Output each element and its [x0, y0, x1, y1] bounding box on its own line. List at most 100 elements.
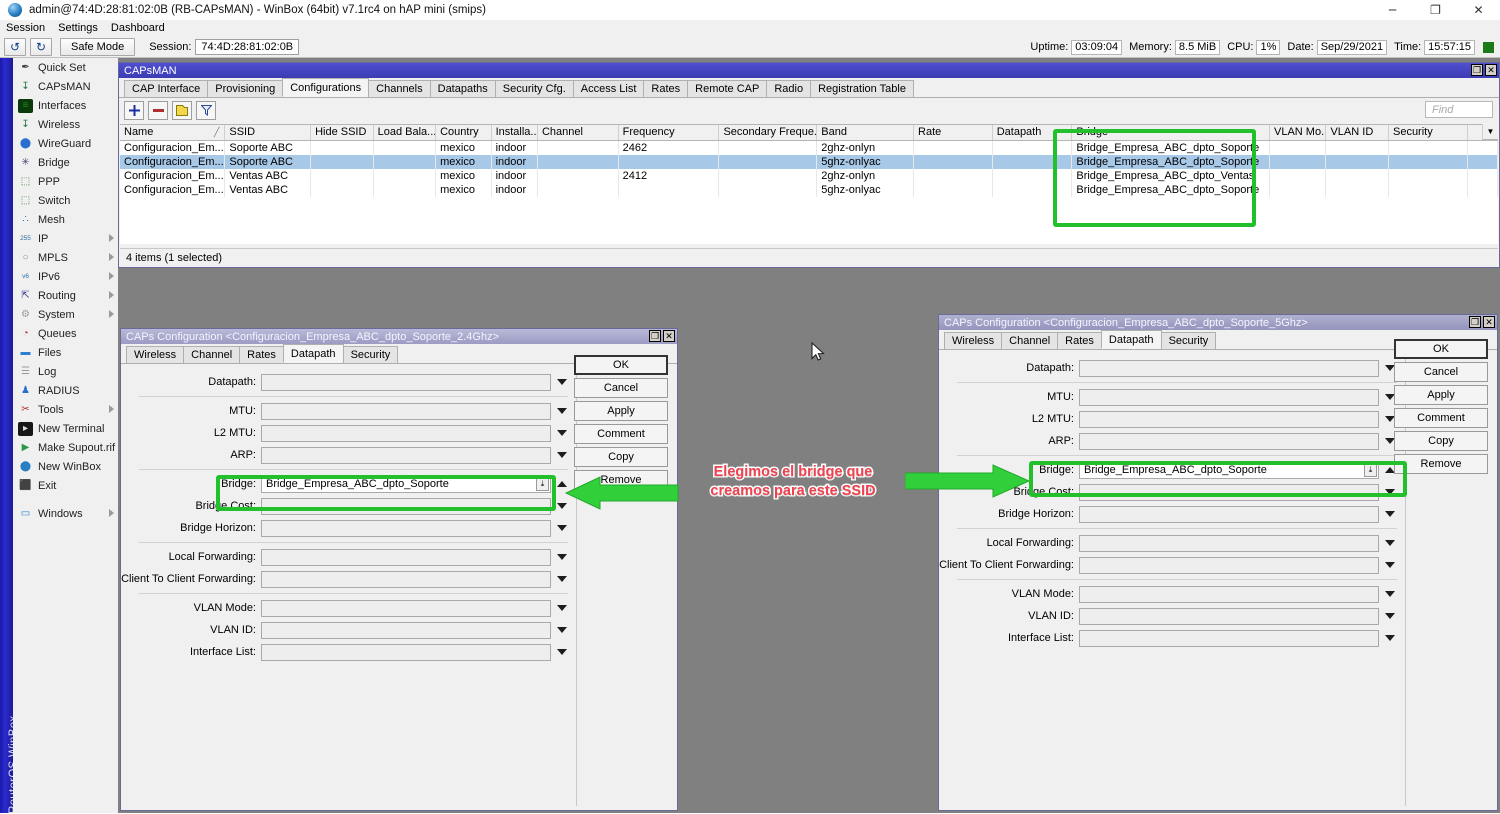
- ok-button[interactable]: OK: [574, 355, 668, 375]
- field-input[interactable]: [261, 549, 551, 566]
- tab-rates[interactable]: Rates: [239, 346, 284, 363]
- ok-button[interactable]: OK: [1394, 339, 1488, 359]
- table-row[interactable]: Configuracion_Em...Ventas ABCmexicoindoo…: [120, 183, 1498, 197]
- column-chooser-icon[interactable]: ▼: [1482, 124, 1498, 140]
- sidebar-item-make-supout-rif[interactable]: ▶Make Supout.rif: [13, 438, 118, 457]
- tab-channel[interactable]: Channel: [183, 346, 240, 363]
- add-button[interactable]: [124, 101, 144, 120]
- column-header[interactable]: Country: [436, 125, 491, 140]
- column-header[interactable]: Rate: [914, 125, 993, 140]
- sidebar-item-radius[interactable]: ♟RADIUS: [13, 381, 118, 400]
- tab-security[interactable]: Security: [1161, 332, 1217, 349]
- tab-rates[interactable]: Rates: [1057, 332, 1102, 349]
- chevron-down-icon[interactable]: [1385, 591, 1395, 597]
- field-input[interactable]: [1079, 506, 1379, 523]
- sidebar-item-files[interactable]: ▬Files: [13, 343, 118, 362]
- field-input[interactable]: [1079, 360, 1379, 377]
- chevron-down-icon[interactable]: [557, 452, 567, 458]
- field-input[interactable]: [261, 374, 551, 391]
- apply-button[interactable]: Apply: [574, 401, 668, 421]
- dialog-left-close-icon[interactable]: ✕: [663, 330, 675, 342]
- comment-button[interactable]: Comment: [1394, 408, 1488, 428]
- field-input[interactable]: [1079, 484, 1379, 501]
- tab-datapath[interactable]: Datapath: [1101, 330, 1162, 349]
- cancel-button[interactable]: Cancel: [1394, 362, 1488, 382]
- capsman-close-icon[interactable]: ✕: [1485, 64, 1497, 76]
- dialog-right-close-icon[interactable]: ✕: [1483, 316, 1495, 328]
- field-input[interactable]: [1079, 411, 1379, 428]
- sidebar-item-switch[interactable]: ⬚Switch: [13, 191, 118, 210]
- chevron-down-icon[interactable]: [557, 503, 567, 509]
- sidebar-item-queues[interactable]: ◔Queues: [13, 324, 118, 343]
- dialog-right-restore-icon[interactable]: ❐: [1469, 316, 1481, 328]
- undo-icon[interactable]: ↺: [4, 38, 26, 56]
- tab-channels[interactable]: Channels: [368, 80, 430, 97]
- sidebar-item-quick-set[interactable]: ✒Quick Set: [13, 58, 118, 77]
- tab-wireless[interactable]: Wireless: [944, 332, 1002, 349]
- column-header[interactable]: Hide SSID: [311, 125, 374, 140]
- table-row[interactable]: Configuracion_Em...Soporte ABCmexicoindo…: [120, 140, 1498, 155]
- column-header[interactable]: Name╱: [120, 125, 225, 140]
- field-input[interactable]: [261, 403, 551, 420]
- minimize-button[interactable]: ─: [1371, 0, 1414, 20]
- chevron-down-icon[interactable]: [557, 649, 567, 655]
- chevron-down-icon[interactable]: [1385, 511, 1395, 517]
- apply-button[interactable]: Apply: [1394, 385, 1488, 405]
- column-header[interactable]: VLAN Mo...: [1270, 125, 1326, 140]
- field-input[interactable]: [1079, 433, 1379, 450]
- sidebar-item-interfaces[interactable]: ≡Interfaces: [13, 96, 118, 115]
- tab-radio[interactable]: Radio: [766, 80, 811, 97]
- sidebar-item-new-winbox[interactable]: ⬤New WinBox: [13, 457, 118, 476]
- tab-channel[interactable]: Channel: [1001, 332, 1058, 349]
- remove-button[interactable]: [148, 101, 168, 120]
- chevron-down-icon[interactable]: [557, 379, 567, 385]
- tab-remote-cap[interactable]: Remote CAP: [687, 80, 767, 97]
- sidebar-item-routing[interactable]: ⇱Routing: [13, 286, 118, 305]
- menu-item-session[interactable]: Session: [6, 22, 54, 34]
- chevron-down-icon[interactable]: [1385, 635, 1395, 641]
- copy-button[interactable]: [172, 101, 192, 120]
- column-header[interactable]: Band: [817, 125, 914, 140]
- chevron-down-icon[interactable]: [1385, 562, 1395, 568]
- cancel-button[interactable]: Cancel: [574, 378, 668, 398]
- sidebar-item-bridge[interactable]: ✳Bridge: [13, 153, 118, 172]
- close-button[interactable]: ✕: [1457, 0, 1500, 20]
- field-input[interactable]: [261, 600, 551, 617]
- tab-rates[interactable]: Rates: [643, 80, 688, 97]
- tab-datapaths[interactable]: Datapaths: [430, 80, 496, 97]
- comment-button[interactable]: Comment: [574, 424, 668, 444]
- filter-button[interactable]: [196, 101, 216, 120]
- column-header[interactable]: Installa...: [491, 125, 537, 140]
- maximize-button[interactable]: ❐: [1414, 0, 1457, 20]
- field-input[interactable]: Bridge_Empresa_ABC_dpto_Soporte⤓: [261, 476, 551, 493]
- menu-item-settings[interactable]: Settings: [58, 22, 107, 34]
- find-input[interactable]: Find: [1425, 101, 1493, 118]
- session-value[interactable]: 74:4D:28:81:02:0B: [195, 39, 299, 55]
- column-header[interactable]: Datapath: [992, 125, 1072, 140]
- dropdown-spinner-icon[interactable]: ⤓: [536, 478, 549, 491]
- field-input[interactable]: [261, 571, 551, 588]
- sidebar-item-ip[interactable]: 255IP: [13, 229, 118, 248]
- tab-provisioning[interactable]: Provisioning: [207, 80, 283, 97]
- column-header[interactable]: Bridge: [1072, 125, 1270, 140]
- sidebar-item-log[interactable]: ☰Log: [13, 362, 118, 381]
- field-input[interactable]: [1079, 535, 1379, 552]
- chevron-down-icon[interactable]: [557, 554, 567, 560]
- tab-datapath[interactable]: Datapath: [283, 344, 344, 363]
- field-input[interactable]: [1079, 608, 1379, 625]
- tab-access-list[interactable]: Access List: [573, 80, 645, 97]
- menu-item-dashboard[interactable]: Dashboard: [111, 22, 174, 34]
- remove-button[interactable]: Remove: [1394, 454, 1488, 474]
- column-header[interactable]: Channel: [537, 125, 618, 140]
- sidebar-item-system[interactable]: ⚙System: [13, 305, 118, 324]
- sidebar-item-exit[interactable]: ⬛Exit: [13, 476, 118, 495]
- sidebar-item-ppp[interactable]: ⬚PPP: [13, 172, 118, 191]
- chevron-down-icon[interactable]: [1385, 489, 1395, 495]
- field-input[interactable]: [261, 425, 551, 442]
- tab-registration-table[interactable]: Registration Table: [810, 80, 914, 97]
- field-input[interactable]: Bridge_Empresa_ABC_dpto_Soporte⤓: [1079, 462, 1379, 479]
- column-header[interactable]: SSID: [225, 125, 311, 140]
- chevron-down-icon[interactable]: [557, 605, 567, 611]
- copy-button[interactable]: Copy: [574, 447, 668, 467]
- tab-wireless[interactable]: Wireless: [126, 346, 184, 363]
